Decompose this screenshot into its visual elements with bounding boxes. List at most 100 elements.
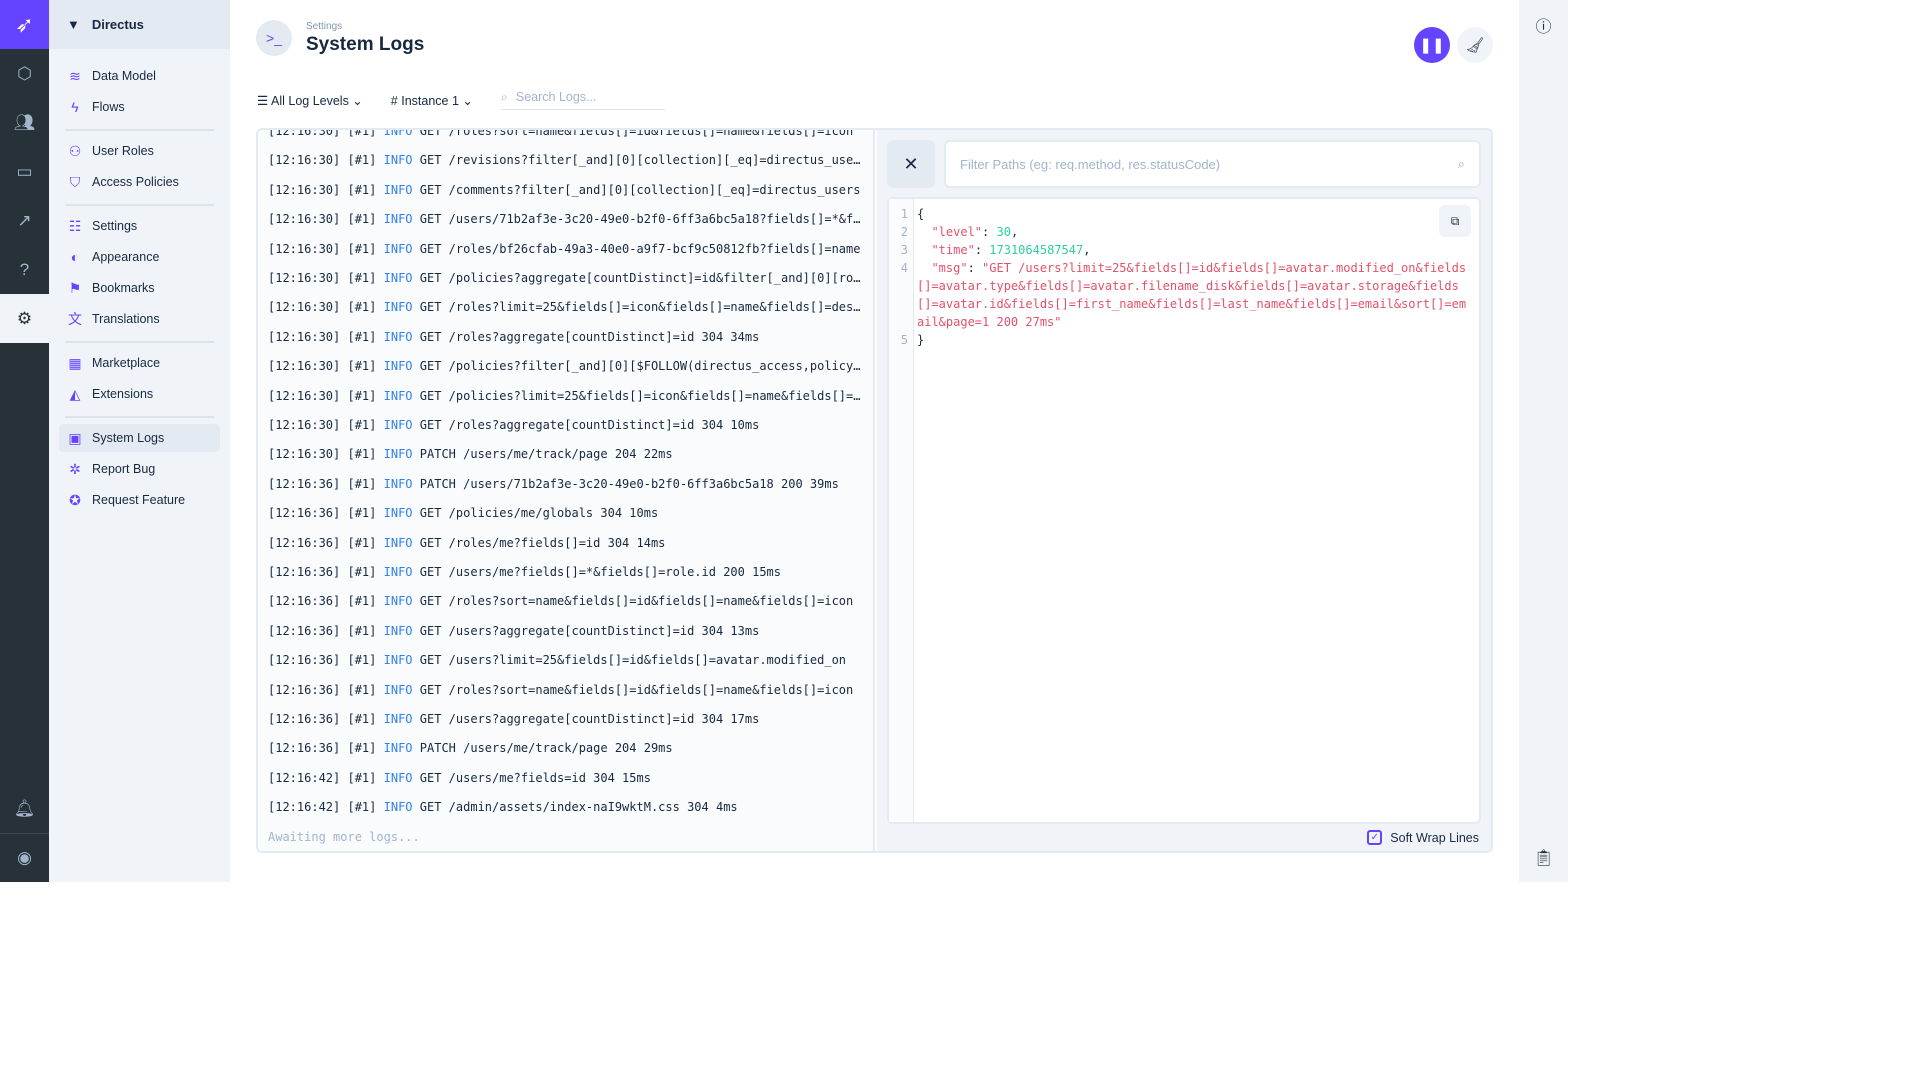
nav-divider xyxy=(65,129,214,131)
log-row[interactable]: [12:16:36] [#1] INFO GET /users?limit=25… xyxy=(268,653,864,667)
log-detail: ✕ Filter Paths (eg: req.method, res.stat… xyxy=(877,130,1491,851)
nav-item-marketplace[interactable]: ▦ Marketplace xyxy=(59,349,220,377)
database-icon: ≋ xyxy=(69,67,81,84)
nav-item-access-policies[interactable]: ⛉ Access Policies xyxy=(59,168,220,196)
soft-wrap-toggle[interactable]: ✓ Soft Wrap Lines xyxy=(1367,830,1479,845)
json-viewer[interactable]: 12345 { "level": 30, "time": 17310645875… xyxy=(887,197,1481,824)
extensions-icon: ◭ xyxy=(69,385,81,402)
log-instance: [#1] xyxy=(347,241,377,256)
pause-button[interactable]: ❚❚ xyxy=(1414,27,1450,63)
log-row[interactable]: [12:16:36] [#1] INFO PATCH /users/me/tra… xyxy=(268,741,864,755)
log-row[interactable]: [12:16:30] [#1] INFO GET /roles?aggregat… xyxy=(268,330,864,344)
logs-panel: [12:16:30] [#1] INFO GET /roles?sort=nam… xyxy=(256,128,1493,853)
log-instance: [#1] xyxy=(347,329,377,344)
log-instance: [#1] xyxy=(347,770,377,785)
nav-item-label: Request Feature xyxy=(92,493,186,507)
log-row[interactable]: [12:16:30] [#1] INFO GET /roles?sort=nam… xyxy=(268,128,864,138)
log-message: GET /roles/me?fields[]=id 304 14ms xyxy=(419,535,666,550)
insights-icon[interactable]: ↗ xyxy=(0,196,49,245)
clipboard-icon[interactable]: 📋︎ xyxy=(1519,833,1568,882)
log-level: INFO xyxy=(383,300,413,315)
log-row[interactable]: [12:16:30] [#1] INFO PATCH /users/me/tra… xyxy=(268,447,864,461)
checkbox-checked-icon[interactable]: ✓ xyxy=(1367,830,1383,845)
log-time: [12:16:36] xyxy=(268,594,341,609)
log-row[interactable]: [12:16:30] [#1] INFO GET /policies?aggre… xyxy=(268,271,864,285)
clear-logs-button[interactable]: 🧹︎ xyxy=(1457,27,1493,63)
users-icon[interactable]: 👥︎ xyxy=(0,98,49,147)
nav-divider xyxy=(65,416,214,418)
log-time: [12:16:30] xyxy=(268,153,341,168)
log-row[interactable]: [12:16:30] [#1] INFO GET /policies?filte… xyxy=(268,359,864,373)
log-row[interactable]: [12:16:36] [#1] INFO GET /users/me?field… xyxy=(268,565,864,579)
nav-item-settings[interactable]: ☷ Settings xyxy=(59,212,220,240)
content-cube-icon[interactable]: ⬡ xyxy=(0,49,49,98)
log-row[interactable]: [12:16:30] [#1] INFO GET /roles?limit=25… xyxy=(268,300,864,314)
log-row[interactable]: [12:16:36] [#1] INFO GET /users?aggregat… xyxy=(268,712,864,726)
line-numbers: 12345 xyxy=(889,199,914,822)
nav-item-user-roles[interactable]: ⚇ User Roles xyxy=(59,137,220,165)
nav-item-report-bug[interactable]: ✲ Report Bug xyxy=(59,455,220,483)
log-row[interactable]: [12:16:36] [#1] INFO GET /policies/me/gl… xyxy=(268,506,864,520)
info-icon[interactable]: ⓘ xyxy=(1519,0,1568,49)
msg-value: "GET /users?limit=25&fields[]=id&fields[… xyxy=(917,261,1467,329)
log-row[interactable]: [12:16:30] [#1] INFO GET /policies?limit… xyxy=(268,389,864,403)
log-message: GET /roles?sort=name&fields[]=id&fields[… xyxy=(419,128,854,138)
nav-item-flows[interactable]: ϟ Flows xyxy=(59,93,220,121)
notifications-bell-icon[interactable]: 🔔︎ xyxy=(0,784,49,833)
project-header[interactable]: ▼ Directus xyxy=(49,0,230,49)
log-row[interactable]: [12:16:42] [#1] INFO GET /users/me?field… xyxy=(268,771,864,785)
breadcrumb[interactable]: Settings xyxy=(306,21,424,32)
log-row[interactable]: [12:16:36] [#1] INFO GET /roles?sort=nam… xyxy=(268,594,864,608)
user-avatar-icon[interactable]: ◉ xyxy=(0,833,49,882)
log-row[interactable]: [12:16:30] [#1] INFO GET /comments?filte… xyxy=(268,183,864,197)
log-instance: [#1] xyxy=(347,712,377,726)
nav-item-appearance[interactable]: ◐ Appearance xyxy=(59,243,220,271)
log-row[interactable]: [12:16:36] [#1] INFO GET /users?aggregat… xyxy=(268,624,864,638)
log-level: INFO xyxy=(383,506,413,521)
help-icon[interactable]: ? xyxy=(0,245,49,294)
nav-item-bookmarks[interactable]: ⚑ Bookmarks xyxy=(59,274,220,302)
log-level-select[interactable]: ☰ All Log Levels ⌄ xyxy=(257,93,363,108)
log-message: PATCH /users/71b2af3e-3c20-49e0-b2f0-6ff… xyxy=(419,476,839,491)
nav-item-extensions[interactable]: ◭ Extensions xyxy=(59,380,220,408)
page-title: System Logs xyxy=(306,33,425,55)
log-row[interactable]: [12:16:36] [#1] INFO GET /roles/me?field… xyxy=(268,536,864,550)
log-time: [12:16:30] xyxy=(268,182,341,197)
log-message: PATCH /users/me/track/page 204 29ms xyxy=(419,741,673,756)
log-row[interactable]: [12:16:42] [#1] INFO GET /admin/assets/i… xyxy=(268,800,864,814)
files-folder-icon[interactable]: ▭ xyxy=(0,147,49,196)
log-row[interactable]: [12:16:30] [#1] INFO GET /roles/bf26cfab… xyxy=(268,242,864,256)
nav-item-request-feature[interactable]: ✪ Request Feature xyxy=(59,486,220,514)
search-logs-input[interactable]: ⌕ Search Logs... xyxy=(500,90,665,110)
sliders-icon: ☷ xyxy=(68,217,82,234)
filter-paths-input[interactable]: Filter Paths (eg: req.method, res.status… xyxy=(944,140,1481,188)
log-instance: [#1] xyxy=(347,418,377,432)
close-detail-button[interactable]: ✕ xyxy=(887,140,935,188)
log-row[interactable]: [12:16:36] [#1] INFO GET /roles?sort=nam… xyxy=(268,683,864,697)
nav-item-label: System Logs xyxy=(92,431,165,445)
log-time: [12:16:36] xyxy=(268,682,341,697)
log-row[interactable]: [12:16:36] [#1] INFO PATCH /users/71b2af… xyxy=(268,477,864,491)
log-instance: [#1] xyxy=(347,359,377,374)
nav-item-label: Marketplace xyxy=(92,356,161,370)
log-time: [12:16:30] xyxy=(268,212,341,227)
log-row[interactable]: [12:16:30] [#1] INFO GET /users/71b2af3e… xyxy=(268,212,864,226)
log-message: GET /roles/bf26cfab-49a3-40e0-a9f7-bcf9c… xyxy=(419,241,861,256)
nav-item-label: Data Model xyxy=(92,69,156,83)
nav-item-label: Bookmarks xyxy=(92,281,155,295)
copy-icon[interactable]: ⧉ xyxy=(1439,205,1471,237)
log-instance: [#1] xyxy=(347,800,377,815)
log-row[interactable]: [12:16:30] [#1] INFO GET /revisions?filt… xyxy=(268,153,864,167)
nav-item-system-logs[interactable]: ▣ System Logs xyxy=(59,424,220,452)
instance-select[interactable]: # Instance 1 ⌄ xyxy=(391,93,473,108)
nav-item-data-model[interactable]: ≋ Data Model xyxy=(59,62,220,90)
log-message: GET /roles?aggregate[countDistinct]=id 3… xyxy=(419,418,760,432)
nav-item-translations[interactable]: 文 Translations xyxy=(59,305,220,333)
directus-logo[interactable]: ➶ xyxy=(0,0,49,49)
time-value: 1731064587547 xyxy=(989,243,1084,257)
log-row[interactable]: [12:16:30] [#1] INFO GET /roles?aggregat… xyxy=(268,418,864,432)
nav-item-label: Translations xyxy=(92,312,160,326)
log-level: INFO xyxy=(383,565,413,579)
log-stream[interactable]: [12:16:30] [#1] INFO GET /roles?sort=nam… xyxy=(258,130,875,851)
settings-icon[interactable]: ⚙ xyxy=(0,294,49,343)
